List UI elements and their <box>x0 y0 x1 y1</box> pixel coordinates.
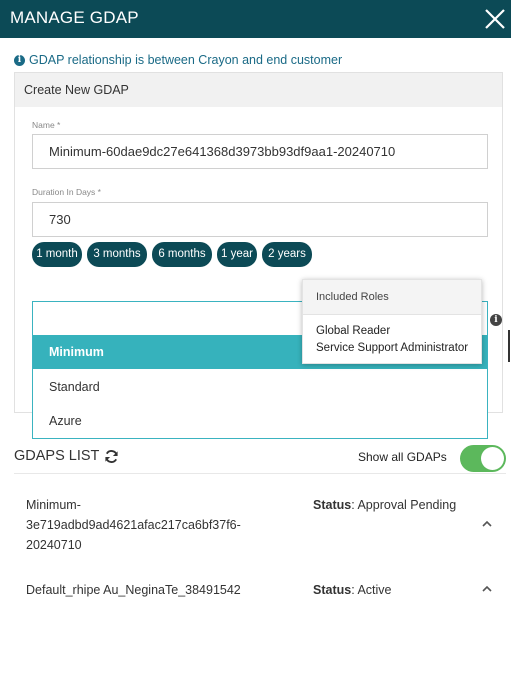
duration-input[interactable]: 730 <box>32 202 488 237</box>
close-icon[interactable] <box>482 6 508 32</box>
included-roles-tooltip: Included Roles Global Reader Service Sup… <box>302 279 482 364</box>
status-value: Active <box>357 583 392 597</box>
name-input-value: Minimum-60dae9dc27e641368d3973bb93df9aa1… <box>49 144 396 159</box>
roles-info-icon[interactable]: i <box>490 314 502 326</box>
chip-3-months[interactable]: 3 months <box>87 242 147 267</box>
name-label: Name * <box>32 120 61 130</box>
gdap-row-status: Status: Approval Pending <box>313 498 457 512</box>
status-value: Approval Pending <box>357 498 457 512</box>
list-divider <box>14 473 506 474</box>
status-label: Status <box>313 498 352 512</box>
chip-1-year[interactable]: 1 year <box>217 242 257 267</box>
gdaps-list-heading: GDAPS LIST <box>14 448 119 464</box>
create-gdap-heading: Create New GDAP <box>15 73 502 107</box>
gdap-name-line: Default_rhipe Au_NeginaTe_38491542 <box>26 583 241 597</box>
divider-mark <box>508 330 510 362</box>
chevron-up-icon[interactable] <box>481 519 493 529</box>
tooltip-roles: Global Reader Service Support Administra… <box>303 315 481 357</box>
refresh-icon[interactable] <box>104 449 119 464</box>
option-azure[interactable]: Azure <box>33 404 487 438</box>
gdap-row-name: Default_rhipe Au_NeginaTe_38491542 <box>26 580 306 600</box>
gdaps-list-title: GDAPS LIST <box>14 448 100 464</box>
duration-label: Duration In Days * <box>32 187 101 197</box>
gdap-row-name: Minimum- 3e719adbd9ad4621afac217ca6bf37f… <box>26 495 266 555</box>
gdap-row-status: Status: Active <box>313 583 392 597</box>
chip-1-month[interactable]: 1 month <box>32 242 82 267</box>
modal-header: MANAGE GDAP <box>0 0 511 38</box>
tooltip-heading: Included Roles <box>303 280 481 315</box>
gdap-name-line: 3e719adbd9ad4621afac217ca6bf37f6- <box>26 518 241 532</box>
chevron-up-icon[interactable] <box>481 584 493 594</box>
duration-input-value: 730 <box>49 212 71 227</box>
gdap-name-line: Minimum- <box>26 498 81 512</box>
name-input[interactable]: Minimum-60dae9dc27e641368d3973bb93df9aa1… <box>32 134 488 169</box>
toggle-knob <box>481 447 504 470</box>
info-icon: i <box>14 54 25 66</box>
show-all-toggle[interactable] <box>460 445 506 472</box>
option-standard[interactable]: Standard <box>33 370 487 404</box>
tooltip-role: Global Reader <box>316 325 391 337</box>
status-label: Status <box>313 583 352 597</box>
tooltip-role: Service Support Administrator <box>316 342 469 354</box>
chip-2-years[interactable]: 2 years <box>262 242 312 267</box>
chip-6-months[interactable]: 6 months <box>152 242 212 267</box>
gdap-name-line: 20240710 <box>26 538 82 552</box>
show-all-label: Show all GDAPs <box>358 450 447 464</box>
info-message: i GDAP relationship is between Crayon an… <box>14 53 342 67</box>
modal-title: MANAGE GDAP <box>10 8 139 27</box>
info-text: GDAP relationship is between Crayon and … <box>29 53 343 67</box>
